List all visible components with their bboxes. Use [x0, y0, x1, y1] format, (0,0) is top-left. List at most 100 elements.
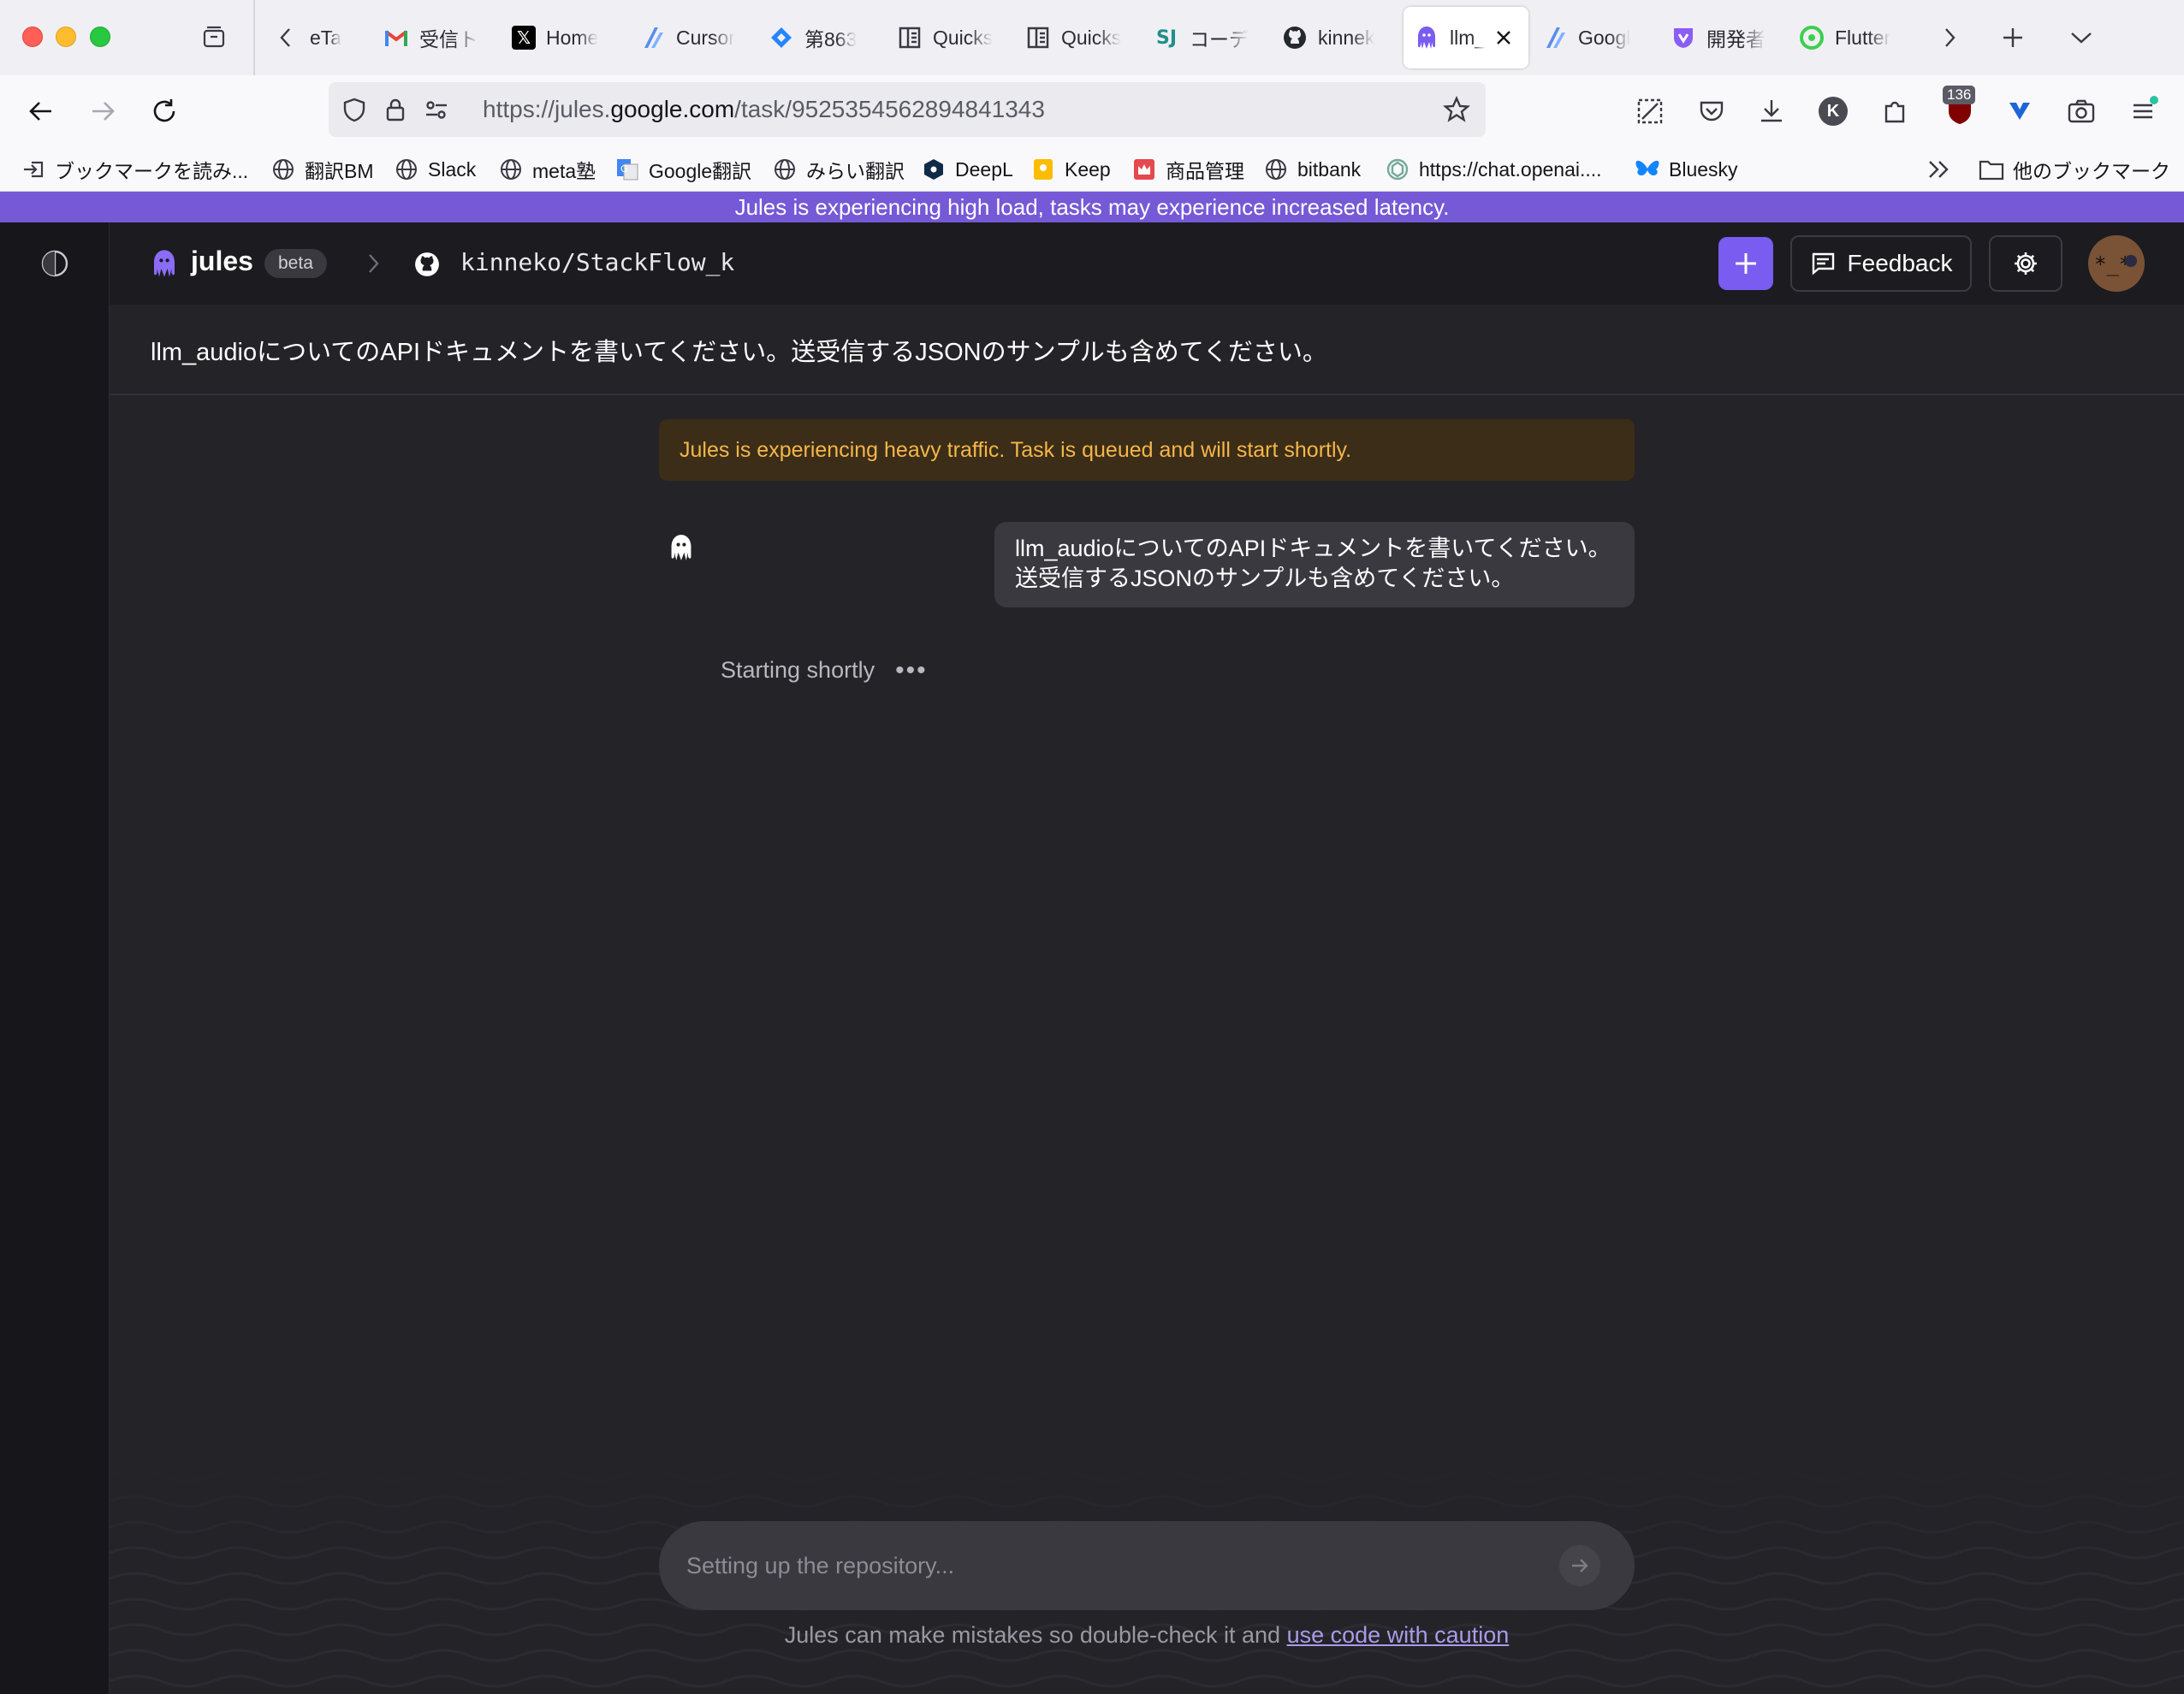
- bookmark-item[interactable]: Bluesky: [1635, 154, 1738, 185]
- url-text: https://jules.google.com/task/9525354562…: [483, 96, 1045, 123]
- chevron-left-icon: [280, 28, 290, 47]
- app-menu-icon[interactable]: [2122, 91, 2163, 132]
- repo-breadcrumb[interactable]: kinneko/StackFlow_k: [460, 248, 734, 276]
- tab[interactable]: Quicks: [887, 7, 1015, 68]
- vpn-extension-icon[interactable]: [1999, 91, 2040, 132]
- tab-active[interactable]: llm_: [1404, 7, 1528, 68]
- keep-icon: [1030, 157, 1056, 182]
- tab-label: Googl: [1578, 26, 1631, 49]
- app-title[interactable]: jules: [191, 246, 253, 277]
- bookmark-item[interactable]: bitbank: [1263, 154, 1361, 185]
- tab-separator: [253, 0, 255, 75]
- bookmark-item[interactable]: 商品管理: [1131, 154, 1244, 185]
- other-bookmarks-folder[interactable]: 他のブックマーク: [1979, 154, 2170, 185]
- tab[interactable]: Flutter: [1789, 7, 1917, 68]
- github-icon: [415, 252, 439, 276]
- tab-list-button[interactable]: [195, 19, 233, 56]
- lock-icon[interactable]: [382, 96, 409, 123]
- new-tab-button[interactable]: [1994, 19, 2032, 56]
- tab[interactable]: Cursor: [630, 7, 758, 68]
- task-prompt-title: llm_audioについてのAPIドキュメントを書いてください。送受信するJSO…: [151, 339, 1327, 366]
- url-prefix: https://jules.: [483, 96, 611, 122]
- double-chevron-right-icon: [1929, 161, 1949, 178]
- bluesky-icon: [1635, 157, 1660, 182]
- github-icon: [1282, 25, 1308, 50]
- reload-button[interactable]: [144, 91, 185, 132]
- tab[interactable]: 第863: [758, 7, 887, 68]
- bookmark-item[interactable]: みらい翻訳: [772, 154, 905, 185]
- navigation-toolbar: https://jules.google.com/task/9525354562…: [0, 75, 2184, 147]
- settings-button[interactable]: [1989, 235, 2062, 292]
- camera-icon[interactable]: [2061, 91, 2102, 132]
- list-all-tabs-button[interactable]: [2062, 19, 2100, 56]
- tab[interactable]: SJ コーデ: [1143, 7, 1272, 68]
- screenshot-tool-icon[interactable]: [1629, 91, 1671, 132]
- browser-tab-strip: eTa 受信ト 𝕏 Home Cursor 第863 Quicks Quicks…: [0, 0, 2184, 75]
- jules-logo-icon[interactable]: [149, 248, 180, 279]
- permissions-icon[interactable]: [423, 96, 450, 123]
- arrow-left-icon: [29, 102, 51, 121]
- queue-warning-banner: Jules is experiencing heavy traffic. Tas…: [659, 419, 1635, 481]
- pocket-icon[interactable]: [1691, 91, 1732, 132]
- bookmark-item[interactable]: G Google翻訳: [614, 154, 751, 185]
- profile-k-icon[interactable]: K: [1813, 91, 1854, 132]
- address-bar[interactable]: https://jules.google.com/task/9525354562…: [329, 82, 1486, 137]
- user-avatar[interactable]: *_*: [2088, 235, 2145, 292]
- bookmark-label: みらい翻訳: [806, 160, 905, 182]
- tab-scroll-right-button[interactable]: [1936, 19, 1963, 56]
- new-task-button[interactable]: [1718, 237, 1773, 290]
- tab[interactable]: Quicks: [1015, 7, 1143, 68]
- tab-label: Flutter: [1835, 26, 1891, 49]
- bookmark-label: Google翻訳: [649, 160, 752, 182]
- svg-text:G: G: [620, 163, 628, 175]
- back-button[interactable]: [21, 91, 62, 132]
- sidebar-toggle-button[interactable]: [38, 246, 72, 281]
- tab[interactable]: eTa: [305, 7, 373, 68]
- tab-label: kinnek: [1318, 26, 1375, 49]
- close-tab-icon[interactable]: [1491, 25, 1516, 50]
- bookmark-item[interactable]: https://chat.openai....: [1385, 154, 1602, 185]
- message-input[interactable]: [686, 1538, 1525, 1593]
- google-translate-icon: G: [614, 157, 640, 182]
- tab[interactable]: Googl: [1532, 7, 1660, 68]
- tab[interactable]: kinnek: [1272, 7, 1400, 68]
- shield-icon[interactable]: [341, 96, 368, 123]
- bookmark-item[interactable]: ブックマークを読み...: [21, 154, 248, 185]
- bookmark-item[interactable]: meta塾: [498, 154, 596, 185]
- bookmark-item[interactable]: DeepL: [921, 154, 1013, 185]
- downloads-icon[interactable]: [1751, 91, 1792, 132]
- feedback-button[interactable]: Feedback: [1790, 235, 1972, 292]
- bookmark-item[interactable]: Keep: [1030, 154, 1111, 185]
- bookmark-item[interactable]: 翻訳BM: [270, 154, 374, 185]
- use-code-with-caution-link[interactable]: use code with caution: [1287, 1622, 1510, 1648]
- beta-badge: beta: [264, 249, 327, 278]
- ublock-icon[interactable]: 136: [1939, 86, 1980, 132]
- close-window-button[interactable]: [22, 27, 43, 47]
- tab-label: 受信ト: [419, 28, 478, 50]
- forward-button[interactable]: [82, 91, 123, 132]
- feedback-label: Feedback: [1847, 250, 1953, 276]
- bookmarks-overflow-button[interactable]: [1926, 154, 1951, 185]
- globe-icon: [772, 157, 798, 182]
- tab[interactable]: 開発者: [1660, 7, 1789, 68]
- globe-icon: [270, 157, 296, 182]
- chevron-right-icon: [361, 250, 385, 277]
- send-button[interactable]: [1559, 1545, 1600, 1586]
- bookmark-label: bitbank: [1297, 157, 1362, 181]
- bookmark-item[interactable]: Slack: [394, 154, 476, 185]
- chevron-down-icon: [2071, 33, 2092, 44]
- url-domain: google.com: [610, 96, 735, 122]
- zoom-window-button[interactable]: [90, 27, 110, 47]
- jules-icon: [1414, 25, 1439, 50]
- arrow-right-icon: [92, 102, 115, 121]
- minimize-window-button[interactable]: [56, 27, 76, 47]
- tab-scroll-left-button[interactable]: [272, 19, 300, 56]
- url-path: /task/9525354562894841343: [734, 96, 1045, 122]
- globe-icon: [394, 157, 419, 182]
- bookmark-label: ブックマークを読み...: [55, 160, 249, 182]
- tab[interactable]: 受信ト: [373, 7, 501, 68]
- extensions-icon[interactable]: [1874, 91, 1915, 132]
- tab[interactable]: 𝕏 Home: [501, 7, 630, 68]
- task-title-bar: llm_audioについてのAPIドキュメントを書いてください。送受信するJSO…: [110, 305, 2184, 395]
- bookmark-star-icon[interactable]: [1443, 96, 1470, 123]
